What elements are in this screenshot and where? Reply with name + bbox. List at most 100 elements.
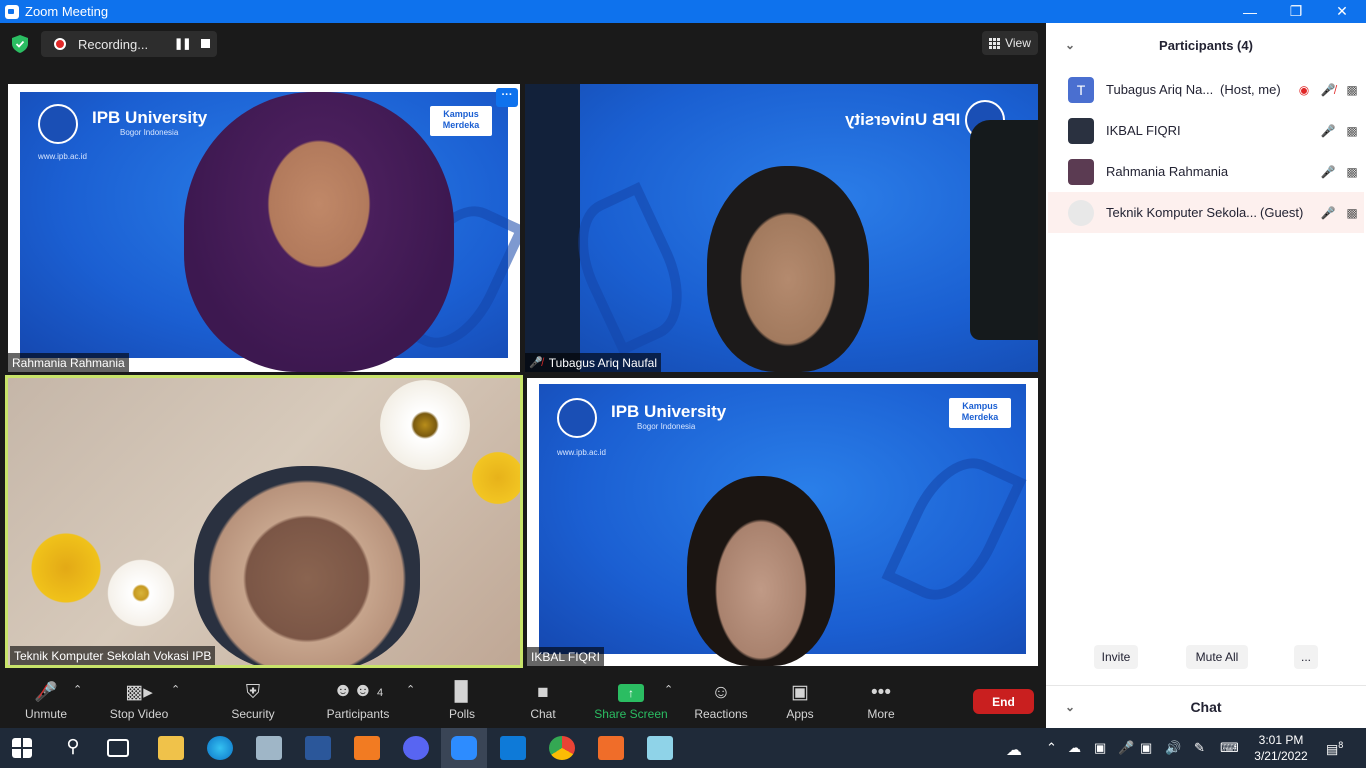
- panel-more-button[interactable]: ...: [1294, 645, 1318, 669]
- camera-tray-icon[interactable]: ▣: [1094, 740, 1106, 756]
- recording-label: Recording...: [78, 36, 149, 52]
- video-camera-icon[interactable]: ▩: [1340, 124, 1364, 138]
- ipb-logo-text-mirrored: IPB University: [845, 110, 961, 129]
- apps-icon: ▣: [791, 682, 809, 703]
- polls-button[interactable]: ▉ Polls: [442, 675, 482, 728]
- mic-icon[interactable]: 🎤: [1316, 165, 1340, 179]
- stop-recording-icon[interactable]: [201, 39, 210, 48]
- virtual-background: IPB University Bogor Indonesia www.ipb.a…: [539, 384, 1027, 666]
- video-camera-icon[interactable]: ▩: [1340, 165, 1364, 179]
- notepad-icon[interactable]: [647, 736, 673, 760]
- share-screen-button[interactable]: ↑ Share Screen: [592, 675, 670, 728]
- zoom-app-icon: [5, 4, 19, 19]
- participant-video: [194, 466, 420, 665]
- search-icon[interactable]: ⚲: [60, 736, 86, 760]
- network-icon[interactable]: ▣: [1140, 740, 1152, 756]
- participants-header: ⌄ Participants (4): [1046, 23, 1366, 67]
- participant-row[interactable]: Teknik Komputer Sekola... (Guest) 🎤 ▩: [1048, 192, 1364, 233]
- invite-button[interactable]: Invite: [1094, 645, 1138, 669]
- mic-icon[interactable]: 🎤: [1316, 206, 1340, 220]
- chat-button[interactable]: ■ Chat: [523, 675, 563, 728]
- word-icon[interactable]: [305, 736, 331, 760]
- pause-recording-icon[interactable]: ❚❚: [174, 37, 191, 51]
- notification-center-icon[interactable]: ▤8: [1326, 740, 1343, 757]
- participant-row[interactable]: Rahmania Rahmania 🎤 ▩: [1048, 151, 1364, 192]
- restore-button[interactable]: ❐: [1273, 0, 1319, 23]
- participant-name: IKBAL FIQRI: [1106, 123, 1181, 138]
- reactions-smiley-icon: ☺: [711, 682, 731, 703]
- video-tile-tubagus[interactable]: IPB University 🎤̸ Tubagus Ariq Naufal: [525, 84, 1038, 372]
- notification-count: 8: [1338, 740, 1344, 750]
- zoom-icon[interactable]: [451, 736, 477, 760]
- video-options-chevron-icon[interactable]: ⌃: [171, 683, 180, 696]
- participants-button[interactable]: ☻☻ 4 Participants: [322, 675, 394, 728]
- video-tile-rahmania[interactable]: IPB University Bogor Indonesia www.ipb.a…: [8, 84, 520, 372]
- participant-row[interactable]: IKBAL FIQRI 🎤 ▩: [1048, 110, 1364, 151]
- close-button[interactable]: ✕: [1319, 0, 1365, 23]
- participants-count: 4: [376, 687, 384, 699]
- audio-options-chevron-icon[interactable]: ⌃: [73, 683, 82, 696]
- recording-status: Recording... ❚❚: [41, 31, 217, 57]
- video-camera-icon[interactable]: ▩: [1340, 206, 1364, 220]
- task-view-icon[interactable]: [107, 739, 129, 757]
- unmute-label: Unmute: [24, 707, 68, 721]
- security-button[interactable]: ⛨ Security: [226, 675, 280, 728]
- vscode-icon[interactable]: [500, 736, 526, 760]
- volume-icon[interactable]: 🔊: [1165, 740, 1181, 756]
- video-tile-teknik-komputer[interactable]: Teknik Komputer Sekolah Vokasi IPB: [5, 375, 523, 668]
- pdf-app-icon[interactable]: [354, 736, 380, 760]
- video-camera-icon[interactable]: ▩: [1340, 83, 1364, 97]
- show-hidden-icons-chevron[interactable]: ⌃: [1046, 740, 1057, 756]
- tile-more-button[interactable]: ···: [496, 88, 518, 107]
- ipb-website: www.ipb.ac.id: [38, 152, 87, 161]
- participant-role: (Host, me): [1220, 82, 1281, 97]
- ipb-tagline: Bogor Indonesia: [120, 128, 179, 137]
- share-options-chevron-icon[interactable]: ⌃: [664, 683, 673, 696]
- participant-row[interactable]: T Tubagus Ariq Na... (Host, me) ◉ 🎤̸ ▩: [1048, 69, 1364, 110]
- minimize-button[interactable]: —: [1227, 0, 1273, 23]
- tile-name: Tubagus Ariq Naufal: [548, 355, 657, 370]
- tile-name: Rahmania Rahmania: [12, 355, 125, 370]
- video-tile-ikbal[interactable]: IPB University Bogor Indonesia www.ipb.a…: [527, 378, 1038, 666]
- edge-browser-icon[interactable]: [207, 736, 233, 760]
- view-button[interactable]: View: [982, 31, 1038, 55]
- title-bar: Zoom Meeting — ❐ ✕: [0, 0, 1366, 23]
- participant-name: Teknik Komputer Sekola...: [1106, 205, 1258, 220]
- chat-chevron-icon[interactable]: ⌄: [1065, 700, 1075, 714]
- participants-chevron-icon[interactable]: ⌃: [406, 683, 415, 696]
- windows-start-icon[interactable]: [12, 738, 32, 758]
- mic-icon[interactable]: 🎤: [1316, 124, 1340, 138]
- file-explorer-icon[interactable]: [158, 736, 184, 760]
- discord-icon[interactable]: [403, 736, 429, 760]
- more-label: More: [867, 707, 895, 721]
- xampp-icon[interactable]: [598, 736, 624, 760]
- muted-mic-icon[interactable]: 🎤̸: [1316, 83, 1340, 97]
- apps-label: Apps: [786, 707, 814, 721]
- taskbar-clock[interactable]: 3:01 PM 3/21/2022: [1250, 732, 1312, 764]
- reactions-button[interactable]: ☺ Reactions: [692, 675, 750, 728]
- encryption-shield-icon[interactable]: [12, 35, 28, 53]
- chat-header[interactable]: ⌄ Chat: [1046, 685, 1366, 728]
- stop-video-button[interactable]: ▩▸ Stop Video: [104, 675, 174, 728]
- mic-tray-icon[interactable]: 🎤: [1118, 740, 1134, 756]
- ipb-seal-icon: [557, 398, 597, 438]
- end-meeting-button[interactable]: End: [973, 689, 1034, 714]
- pen-icon[interactable]: ✎: [1194, 740, 1205, 756]
- flower-decoration: [106, 558, 176, 628]
- avatar: T: [1068, 76, 1094, 103]
- keyboard-icon[interactable]: ⌨: [1220, 740, 1239, 756]
- mute-all-button[interactable]: Mute All: [1186, 645, 1248, 669]
- apps-button[interactable]: ▣ Apps: [780, 675, 820, 728]
- collapse-chevron-icon[interactable]: ⌄: [1065, 38, 1075, 52]
- participant-video: [707, 166, 869, 372]
- jacket-hanging: [970, 120, 1038, 340]
- photo-app-icon[interactable]: [256, 736, 282, 760]
- unmute-button[interactable]: 🎤∕ Unmute: [18, 675, 74, 728]
- more-button[interactable]: ••• More: [861, 675, 901, 728]
- weather-cloud-icon[interactable]: ☁: [1006, 740, 1022, 760]
- ipb-logo-text: IPB University: [611, 402, 727, 421]
- leaf-decoration: [881, 442, 1027, 616]
- onedrive-icon[interactable]: ☁: [1068, 740, 1081, 756]
- chrome-icon[interactable]: [549, 736, 575, 760]
- kampus-merdeka-logo: Kampus Merdeka: [949, 398, 1011, 428]
